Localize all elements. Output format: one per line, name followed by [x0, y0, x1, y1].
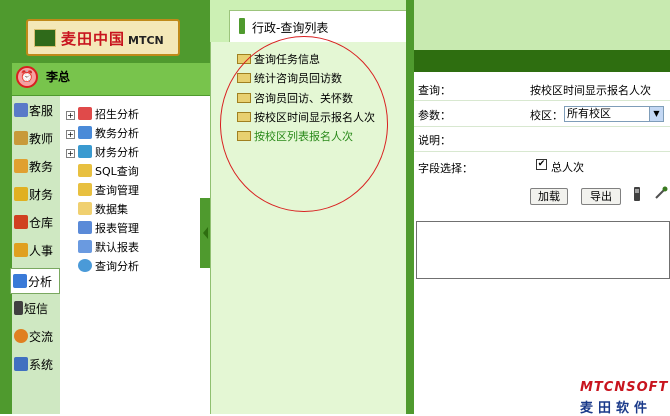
watermark-cn: 麦田软件: [580, 401, 653, 416]
logo-brand-cn: 麦田中国: [61, 30, 126, 48]
phone-icon[interactable]: [633, 186, 641, 202]
tree-node-query-analysis[interactable]: 查询分析: [78, 258, 139, 274]
user-name: 李总: [46, 70, 71, 84]
warehouse-icon: [14, 215, 28, 229]
tab-customer-service[interactable]: 客服: [12, 98, 60, 124]
campus-select[interactable]: 所有校区 ▼: [564, 106, 664, 122]
finance-analysis-icon: [78, 145, 92, 158]
tab-personnel[interactable]: 人事: [12, 238, 60, 264]
tree-node-academic-analysis[interactable]: + 教务分析: [66, 125, 139, 141]
tab-system[interactable]: 系统: [12, 352, 60, 378]
total-count-checkbox[interactable]: ✔: [536, 159, 547, 170]
export-button[interactable]: 导出: [581, 188, 621, 205]
user-bar: ⏰ 李总: [12, 63, 210, 95]
finance-icon: [14, 187, 28, 201]
book-icon: [14, 103, 28, 117]
description-label: 说明：: [418, 134, 451, 147]
field-select-label: 字段选择：: [418, 162, 473, 175]
watermark-en: MTCNSOFT: [580, 380, 669, 395]
tree-node-finance-analysis[interactable]: + 财务分析: [66, 144, 139, 160]
divider: [414, 126, 670, 127]
tree-node-report-manage[interactable]: 报表管理: [78, 220, 139, 236]
default-report-icon: [78, 240, 92, 253]
tree-node-dataset[interactable]: 数据集: [78, 201, 128, 217]
academic-analysis-icon: [78, 126, 92, 139]
sql-icon: [78, 164, 92, 177]
campus-select-value: 所有校区: [567, 107, 611, 120]
system-icon: [14, 357, 28, 371]
collapse-handle[interactable]: [200, 198, 210, 268]
tree-node-default-report[interactable]: 默认报表: [78, 239, 139, 255]
tree-node-sql-query[interactable]: SQL查询: [78, 163, 139, 179]
academic-icon: [14, 159, 28, 173]
chat-icon: [14, 329, 28, 343]
tab-teacher[interactable]: 教师: [12, 126, 60, 152]
panel-title: 行政-查询列表: [252, 21, 329, 35]
divider: [414, 151, 670, 152]
tree-node-query-manage[interactable]: 查询管理: [78, 182, 139, 198]
analysis-tree: + 招生分析 + 教务分析 + 财务分析 SQL查询 查询管理 数据集 报表管理 默认…: [60, 96, 210, 414]
report-manage-icon: [78, 221, 92, 234]
param-label: 参数：: [418, 109, 451, 122]
alarm-clock-icon: ⏰: [16, 66, 38, 88]
watermark: MTCNSOFT 麦田软件: [580, 380, 670, 416]
tab-finance[interactable]: 财务: [12, 182, 60, 208]
expand-icon[interactable]: +: [66, 149, 75, 158]
logo: 麦田中国 MTCN: [26, 19, 180, 56]
query-label: 查询：: [418, 84, 451, 97]
divider: [414, 100, 670, 101]
dataset-icon: [78, 202, 92, 215]
teacher-icon: [14, 131, 28, 145]
chevron-down-icon[interactable]: ▼: [649, 107, 663, 121]
tab-sms[interactable]: 短信: [12, 296, 60, 322]
highlight-circle: [220, 36, 388, 212]
result-area: [416, 221, 670, 279]
load-button[interactable]: 加载: [530, 188, 568, 205]
expand-icon[interactable]: +: [66, 130, 75, 139]
personnel-icon: [14, 243, 28, 257]
module-tabs: 客服 教师 教务 财务 仓库 人事 分析 短信 交流 系统: [10, 96, 60, 414]
query-header-bar: [414, 50, 670, 72]
query-analysis-icon: [78, 259, 92, 272]
query-manage-icon: [78, 183, 92, 196]
campus-label: 校区：: [530, 109, 563, 122]
tree-node-recruit-analysis[interactable]: + 招生分析: [66, 106, 139, 122]
tab-warehouse[interactable]: 仓库: [12, 210, 60, 236]
header-marker-icon: [239, 18, 245, 34]
column-separator[interactable]: [406, 0, 414, 414]
phone-icon: [14, 301, 23, 315]
query-value: 按校区时间显示报名人次: [530, 84, 651, 97]
tab-analysis[interactable]: 分析: [10, 268, 60, 294]
total-count-label: 总人次: [551, 161, 584, 174]
tab-communication[interactable]: 交流: [12, 324, 60, 350]
analysis-icon: [13, 274, 27, 288]
logo-emblem-icon: [34, 29, 56, 47]
logo-brand-en: MTCN: [128, 34, 164, 47]
expand-icon[interactable]: +: [66, 111, 75, 120]
tab-academic[interactable]: 教务: [12, 154, 60, 180]
tools-icon[interactable]: [654, 186, 668, 200]
recruit-icon: [78, 107, 92, 120]
